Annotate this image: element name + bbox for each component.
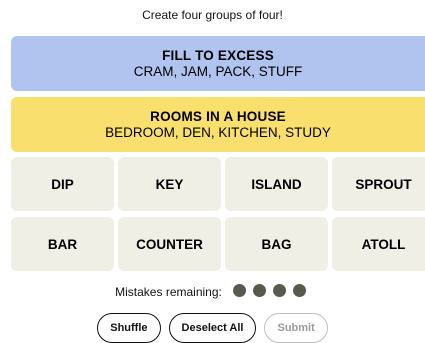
word-tile[interactable]: ATOLL [332,217,425,271]
mistake-dot [253,284,267,297]
word-tile[interactable]: COUNTER [118,217,221,271]
mistake-dot [293,284,307,297]
solved-group-2: ROOMS IN A HOUSE BEDROOM, DEN, KITCHEN, … [11,97,425,152]
solved-group-2-words: BEDROOM, DEN, KITCHEN, STUDY [105,124,331,140]
mistake-dot [273,284,287,297]
solved-group-1: FILL TO EXCESS CRAM, JAM, PACK, STUFF [11,36,425,91]
solved-group-2-title: ROOMS IN A HOUSE [150,108,286,124]
solved-group-1-words: CRAM, JAM, PACK, STUFF [133,63,303,79]
solved-group-1-title: FILL TO EXCESS [162,47,274,63]
game-controls: Shuffle Deselect All Submit [0,313,425,343]
word-tile[interactable]: KEY [118,157,221,211]
shuffle-button[interactable]: Shuffle [97,313,161,343]
word-tile[interactable]: DIP [11,157,114,211]
mistakes-dots [230,284,310,300]
mistakes-status: Mistakes remaining: [0,284,425,300]
mistake-dot [233,284,247,297]
word-tile[interactable]: SPROUT [332,157,425,211]
game-instructions: Create four groups of four! [142,8,283,22]
deselect-all-button[interactable]: Deselect All [168,313,257,343]
mistakes-label: Mistakes remaining: [115,285,222,299]
word-tile[interactable]: ISLAND [225,157,328,211]
word-tile[interactable]: BAR [11,217,114,271]
word-tile[interactable]: BAG [225,217,328,271]
submit-button[interactable]: Submit [264,313,328,343]
